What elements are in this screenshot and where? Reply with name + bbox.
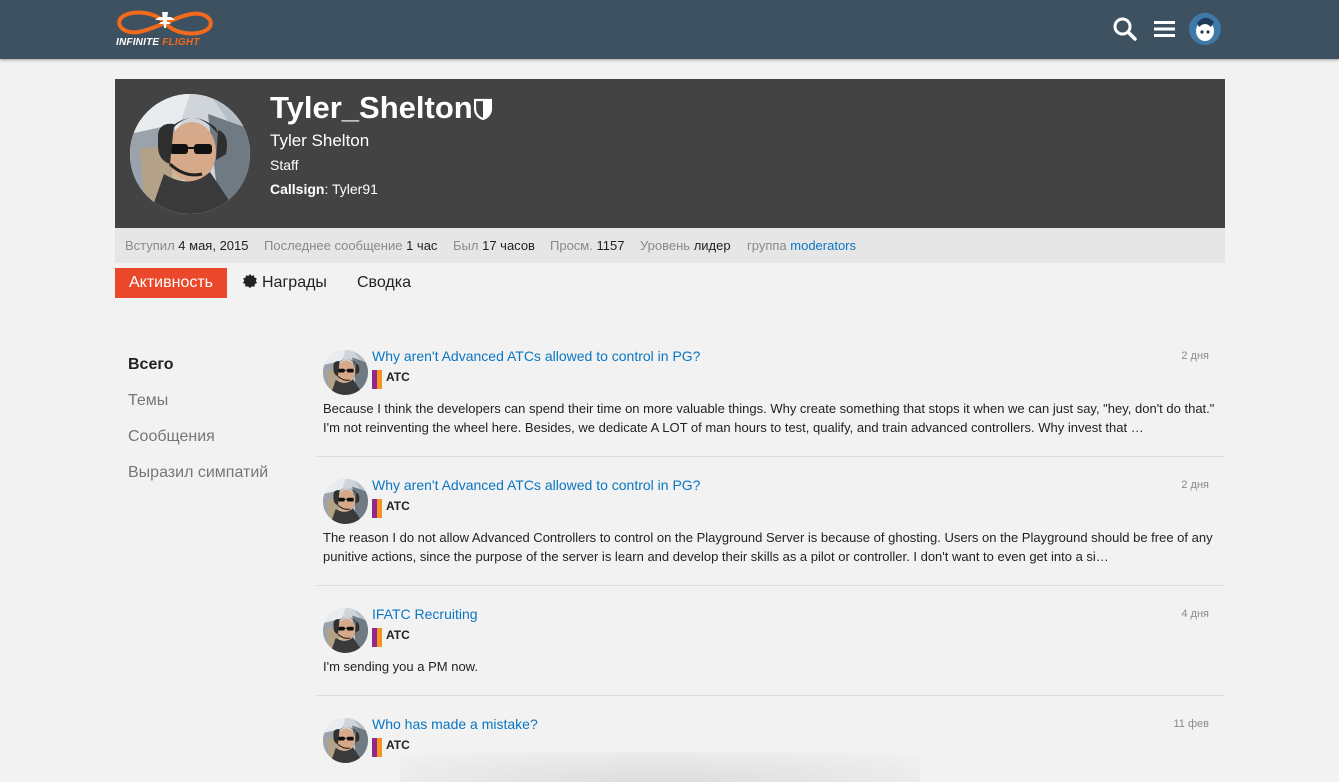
filter-likes-given[interactable]: Выразил симпатий [128,464,268,482]
post-author-avatar[interactable] [323,479,368,524]
post-author-avatar[interactable] [323,350,368,395]
category-name: ATC [386,738,410,752]
callsign-label: Callsign [270,181,325,197]
category-name: ATC [386,370,410,384]
stat-seen: Был 17 часов [453,238,535,253]
topic-title-link[interactable]: IFATC Recruiting [372,606,478,622]
profile-stats-bar: Вступил 4 мая, 2015 Последнее сообщение … [115,228,1225,263]
post-date: 2 дня [1181,479,1209,491]
post-excerpt: I'm sending you a PM now. [323,659,478,674]
stat-last-post: Последнее сообщение 1 час [264,238,438,253]
callsign-value: : Tyler91 [324,181,378,197]
category-name: ATC [386,499,410,513]
post-author-avatar[interactable] [323,718,368,763]
topic-title-link[interactable]: Who has made a mistake? [372,716,538,732]
profile-avatar[interactable] [130,94,250,214]
search-icon[interactable] [1112,16,1138,42]
tab-awards[interactable]: Награды [243,268,327,298]
bottom-loading-shadow [400,752,920,782]
profile-username: Tyler_Shelton [270,90,473,125]
group-link[interactable]: moderators [790,238,856,253]
post-author-avatar[interactable] [323,608,368,653]
post-excerpt: Because I think the developers can spend… [323,401,1215,435]
infinite-flight-logo[interactable]: INFINITE FLIGHT [115,8,217,50]
topic-title-link[interactable]: Why aren't Advanced ATCs allowed to cont… [372,348,700,364]
filter-posts[interactable]: Сообщения [128,428,215,446]
item-divider [316,695,1224,696]
category-name: ATC [386,628,410,642]
stat-joined: Вступил 4 мая, 2015 [125,238,249,253]
profile-full-name: Tyler Shelton [270,131,370,150]
post-date: 2 дня [1181,350,1209,362]
post-date: 11 фев [1173,718,1210,730]
stat-group: группа moderators [747,238,857,253]
stat-views: Просм. 1157 [550,238,625,253]
tab-summary[interactable]: Сводка [357,268,411,298]
topic-title-link[interactable]: Why aren't Advanced ATCs allowed to cont… [372,477,700,493]
profile-user-title: Staff [270,157,299,173]
item-divider [316,456,1224,457]
top-header: INFINITE FLIGHT [0,0,1339,59]
tab-awards-label: Награды [262,274,327,291]
certificate-icon [243,269,257,288]
filter-all[interactable]: Всего [128,356,174,374]
hamburger-menu-icon[interactable] [1152,16,1178,42]
post-date: 4 дня [1181,608,1209,620]
filter-topics[interactable]: Темы [128,392,168,410]
post-excerpt: The reason I do not allow Advanced Contr… [323,530,1213,564]
tab-activity[interactable]: Активность [115,268,227,298]
stat-trust-level: Уровень лидер [640,238,731,253]
profile-callsign: Callsign: Tyler91 [270,181,378,197]
item-divider [316,585,1224,586]
user-avatar[interactable] [1189,13,1221,45]
logo-wordmark: INFINITE FLIGHT [116,37,200,48]
profile-banner: Tyler_Shelton Tyler Shelton Staff Callsi… [115,79,1225,228]
moderator-shield-icon [473,98,493,121]
